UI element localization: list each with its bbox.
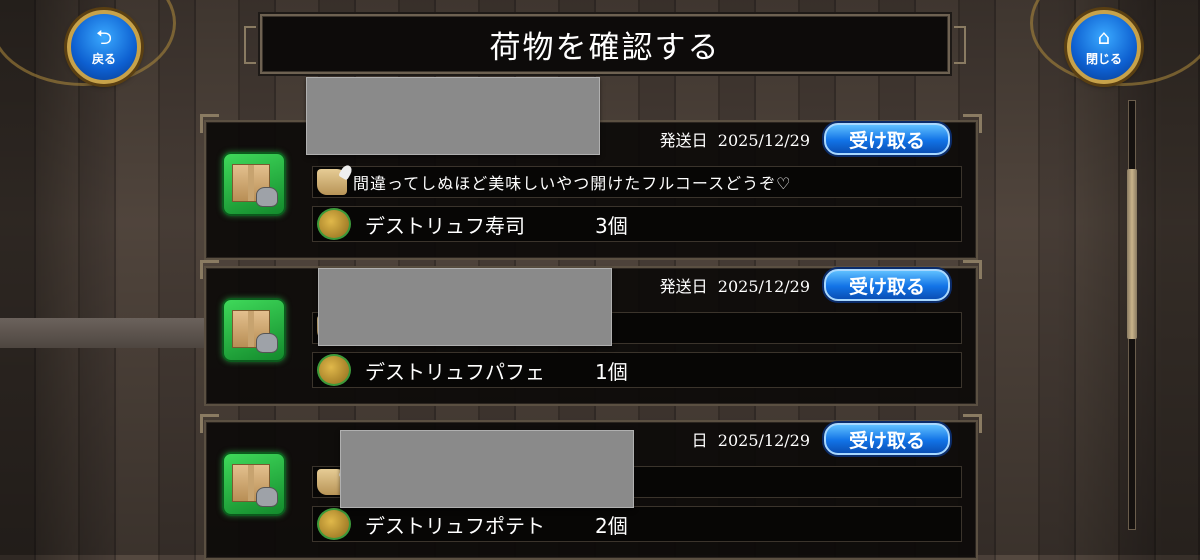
item-count: 3個: [595, 213, 628, 238]
letter-icon: [317, 169, 347, 195]
close-button-label: 閉じる: [1085, 52, 1122, 66]
parcel-item-row: デストリュフ寿司 3個: [312, 206, 962, 242]
ship-date: 日 2025/12/29: [691, 431, 810, 450]
redaction-block: [306, 77, 600, 155]
ship-date: 発送日 2025/12/29: [659, 277, 810, 296]
parcel-message-row: 間違ってしぬほど美味しいやつ開けたフルコースどうぞ♡: [312, 166, 962, 198]
back-button-label: 戻る: [91, 52, 116, 66]
back-button[interactable]: ⮌ 戻る: [67, 10, 141, 84]
item-count: 1個: [595, 359, 628, 384]
scrollbar-thumb[interactable]: [1127, 169, 1137, 339]
close-button[interactable]: ⌂ 閉じる: [1067, 10, 1141, 84]
item-bag-icon: [317, 354, 351, 386]
item-name: デストリュフポテト: [365, 513, 545, 538]
parcel-box-icon: [222, 452, 286, 516]
receive-button[interactable]: 受け取る: [824, 269, 950, 301]
redaction-block: [340, 430, 634, 508]
ship-date: 発送日 2025/12/29: [659, 131, 810, 150]
redaction-block: [318, 268, 612, 346]
receive-button[interactable]: 受け取る: [824, 123, 950, 155]
parcel-box-icon: [222, 152, 286, 216]
parcel-box-icon: [222, 298, 286, 362]
receive-button[interactable]: 受け取る: [824, 423, 950, 455]
scrollbar[interactable]: [1127, 100, 1137, 530]
home-icon: ⌂: [1097, 25, 1111, 49]
parcel-message: 間違ってしぬほど美味しいやつ開けたフルコースどうぞ♡: [353, 174, 792, 193]
title-bar: 荷物を確認する: [244, 14, 966, 74]
background-beam: [0, 318, 205, 348]
item-count: 2個: [595, 513, 628, 538]
item-name: デストリュフパフェ: [365, 359, 545, 384]
page-title: 荷物を確認する: [489, 29, 721, 66]
back-arrow-icon: ⮌: [95, 25, 113, 49]
parcel-item-row: デストリュフポテト 2個: [312, 506, 962, 542]
item-bag-icon: [317, 508, 351, 540]
parcel-item-row: デストリュフパフェ 1個: [312, 352, 962, 388]
item-bag-icon: [317, 208, 351, 240]
item-name: デストリュフ寿司: [365, 213, 525, 238]
